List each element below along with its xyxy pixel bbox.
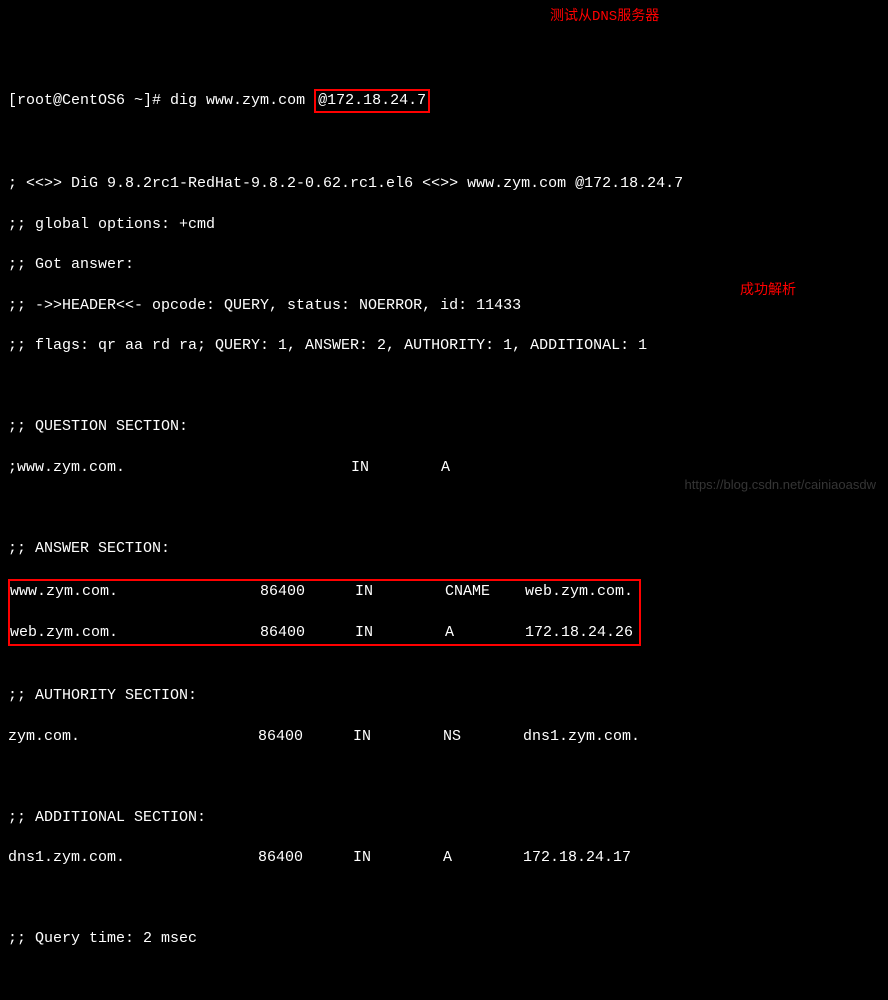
dig-version-line: ; <<>> DiG 9.8.2rc1-RedHat-9.8.2-0.62.rc… [8, 174, 880, 194]
watermark-text: https://blog.csdn.net/cainiaoasdw [684, 476, 876, 494]
answer-value: web.zym.com. [525, 582, 633, 602]
question-section-title: ;; QUESTION SECTION: [8, 417, 880, 437]
answer-type: CNAME [445, 582, 525, 602]
command-prompt-line: [root@CentOS6 ~]# dig www.zym.com @172.1… [8, 89, 880, 113]
answer-ttl: 86400 [260, 623, 355, 643]
answer-value: 172.18.24.26 [525, 623, 633, 643]
question-class: IN [351, 458, 441, 478]
dig-command: dig www.zym.com [170, 92, 305, 109]
question-type: A [441, 458, 450, 478]
authority-row: zym.com.86400INNSdns1.zym.com. [8, 727, 880, 747]
annotation-test-slave: 测试从DNS服务器 [550, 8, 659, 27]
additional-type: A [443, 848, 523, 868]
answer-class: IN [355, 582, 445, 602]
authority-section-title: ;; AUTHORITY SECTION: [8, 686, 880, 706]
answer-section-box: www.zym.com.86400INCNAMEweb.zym.com. web… [8, 579, 641, 646]
global-options-line: ;; global options: +cmd [8, 215, 880, 235]
additional-class: IN [353, 848, 443, 868]
answer-section-title: ;; ANSWER SECTION: [8, 539, 880, 559]
additional-section-title: ;; ADDITIONAL SECTION: [8, 808, 880, 828]
answer-type: A [445, 623, 525, 643]
authority-ttl: 86400 [258, 727, 353, 747]
answer-class: IN [355, 623, 445, 643]
got-answer-line: ;; Got answer: [8, 255, 880, 275]
answer-name: web.zym.com. [10, 623, 260, 643]
annotation-success: 成功解析 [740, 282, 796, 301]
answer-row: web.zym.com.86400INA172.18.24.26 [10, 623, 633, 643]
answer-row: www.zym.com.86400INCNAMEweb.zym.com. [10, 582, 633, 602]
authority-class: IN [353, 727, 443, 747]
additional-name: dns1.zym.com. [8, 848, 258, 868]
query-time-line: ;; Query time: 2 msec [8, 929, 880, 949]
dns-server-arg: @172.18.24.7 [314, 89, 430, 113]
authority-value: dns1.zym.com. [523, 727, 640, 747]
answer-ttl: 86400 [260, 582, 355, 602]
prompt-prefix: [root@CentOS6 ~]# [8, 92, 161, 109]
additional-value: 172.18.24.17 [523, 848, 631, 868]
question-row: ;www.zym.com.INA [8, 458, 880, 478]
flags-line: ;; flags: qr aa rd ra; QUERY: 1, ANSWER:… [8, 336, 880, 356]
authority-name: zym.com. [8, 727, 258, 747]
answer-name: www.zym.com. [10, 582, 260, 602]
additional-row: dns1.zym.com.86400INA172.18.24.17 [8, 848, 880, 868]
authority-type: NS [443, 727, 523, 747]
question-name: ;www.zym.com. [8, 458, 351, 478]
additional-ttl: 86400 [258, 848, 353, 868]
